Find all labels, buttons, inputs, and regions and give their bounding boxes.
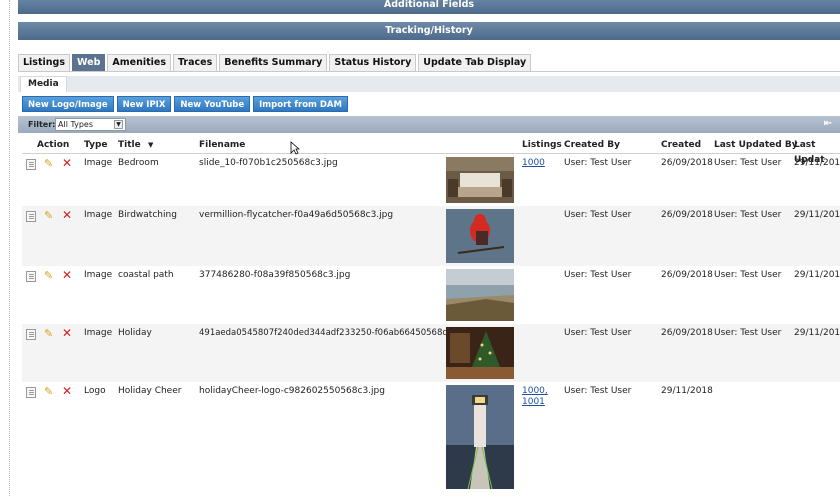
- first-page-icon[interactable]: ⇤: [824, 118, 832, 129]
- additional-fields-header[interactable]: Additional Fields: [18, 0, 840, 14]
- new-youtube-button[interactable]: New YouTube: [174, 96, 251, 112]
- view-details-icon[interactable]: [26, 387, 36, 398]
- col-header-created-by[interactable]: Created By: [564, 138, 620, 153]
- table-row: ✎ ✕ Image Holiday 491aeda0545807f240ded3…: [22, 324, 840, 382]
- cell-created-by: User: Test User: [564, 328, 632, 338]
- col-header-type[interactable]: Type: [84, 138, 107, 153]
- table-row: ✎ ✕ Image coastal path 377486280-f08a39f…: [22, 266, 840, 324]
- sort-icon: ▼: [148, 141, 154, 149]
- filter-selected-value: All Types: [58, 120, 94, 129]
- mouse-cursor-icon: [290, 141, 300, 155]
- cell-created-by: User: Test User: [564, 386, 632, 396]
- col-header-title[interactable]: Title: [118, 138, 141, 153]
- delete-icon[interactable]: ✕: [62, 209, 73, 221]
- cell-created-by: User: Test User: [564, 158, 632, 168]
- thumbnail-holiday[interactable]: [446, 327, 514, 379]
- new-ipix-button[interactable]: New IPIX: [116, 96, 172, 112]
- media-toolbar: New Logo/Image New IPIX New YouTube Impo…: [22, 96, 351, 112]
- subtab-media[interactable]: Media: [20, 76, 67, 92]
- edit-pencil-icon[interactable]: ✎: [44, 210, 55, 221]
- col-header-created[interactable]: Created: [661, 138, 701, 153]
- tab-traces[interactable]: Traces: [172, 54, 218, 71]
- cell-type: Logo: [84, 386, 106, 396]
- cell-created: 26/09/2018: [661, 270, 713, 280]
- cell-created-by: User: Test User: [564, 210, 632, 220]
- filter-type-select[interactable]: All Types ▼: [55, 118, 126, 131]
- tab-divider: [18, 71, 840, 72]
- tab-listings[interactable]: Listings: [18, 54, 70, 71]
- col-header-filename[interactable]: Filename: [199, 138, 245, 153]
- cell-last-updated-by: User: Test User: [714, 158, 782, 168]
- tab-bar: Listings Web Amenities Traces Benefits S…: [18, 54, 533, 72]
- col-header-last-updated-by[interactable]: Last Updated By: [714, 138, 798, 153]
- cell-created: 26/09/2018: [661, 158, 713, 168]
- cell-last-updated: 29/11/2018: [794, 270, 840, 280]
- cell-type: Image: [84, 270, 113, 280]
- cell-last-updated: 29/11/2018: [794, 210, 840, 220]
- view-details-icon[interactable]: [26, 211, 36, 222]
- col-header-action: Action: [37, 140, 70, 150]
- tab-benefits-summary[interactable]: Benefits Summary: [219, 54, 328, 71]
- cell-title: Bedroom: [118, 158, 159, 168]
- table-row: ✎ ✕ Logo Holiday Cheer holidayCheer-logo…: [22, 382, 840, 492]
- edit-pencil-icon[interactable]: ✎: [44, 158, 55, 169]
- import-from-dam-button[interactable]: Import from DAM: [253, 96, 348, 112]
- cell-last-updated-by: User: Test User: [714, 210, 782, 220]
- thumbnail-birdwatching[interactable]: [446, 209, 514, 263]
- chevron-down-icon: ▼: [114, 120, 123, 129]
- left-rail: [0, 0, 14, 496]
- cell-type: Image: [84, 158, 113, 168]
- delete-icon[interactable]: ✕: [62, 157, 73, 169]
- cell-last-updated: 29/11/2018: [794, 328, 840, 338]
- new-logo-image-button[interactable]: New Logo/Image: [22, 96, 114, 112]
- edit-pencil-icon[interactable]: ✎: [44, 328, 55, 339]
- tab-status-history[interactable]: Status History: [329, 54, 417, 71]
- cell-filename: 491aeda0545807f240ded344adf233250-f06ab6…: [199, 328, 469, 338]
- view-details-icon[interactable]: [26, 271, 36, 282]
- filter-label: Filter:: [28, 120, 56, 129]
- delete-icon[interactable]: ✕: [62, 327, 73, 339]
- col-header-last-updated[interactable]: Last Updat: [794, 138, 840, 165]
- delete-icon[interactable]: ✕: [62, 269, 73, 281]
- cell-title: Birdwatching: [118, 210, 177, 220]
- col-header-listings[interactable]: Listings: [522, 138, 562, 153]
- cell-last-updated-by: User: Test User: [714, 328, 782, 338]
- filter-bar: Filter: All Types ▼ ⇤: [18, 116, 840, 133]
- table-row: ✎ ✕ Image Birdwatching vermillion-flycat…: [22, 206, 840, 266]
- tracking-history-header[interactable]: Tracking/History: [18, 22, 840, 40]
- edit-pencil-icon[interactable]: ✎: [44, 270, 55, 281]
- cell-created: 26/09/2018: [661, 210, 713, 220]
- cell-created: 29/11/2018: [661, 386, 713, 396]
- cell-title: Holiday: [118, 328, 152, 338]
- cell-filename: slide_10-f070b1c250568c3.jpg: [199, 158, 338, 168]
- tab-update-tab-display[interactable]: Update Tab Display: [418, 54, 532, 71]
- thumbnail-coastal-path[interactable]: [446, 269, 514, 321]
- view-details-icon[interactable]: [26, 329, 36, 340]
- cell-type: Image: [84, 210, 113, 220]
- cell-filename: holidayCheer-logo-c982602550568c3.jpg: [199, 386, 385, 396]
- cell-title: Holiday Cheer: [118, 386, 182, 396]
- cell-last-updated: 29/11/2018: [794, 158, 840, 168]
- cell-type: Image: [84, 328, 113, 338]
- subtab-bar: Media: [18, 76, 840, 92]
- cell-created: 26/09/2018: [661, 328, 713, 338]
- delete-icon[interactable]: ✕: [62, 385, 73, 397]
- tab-web[interactable]: Web: [71, 54, 106, 71]
- cell-filename: 377486280-f08a39f850568c3.jpg: [199, 270, 351, 280]
- thumbnail-bedroom[interactable]: [446, 157, 514, 203]
- cell-filename: vermillion-flycatcher-f0a49a6d50568c3.jp…: [199, 210, 394, 220]
- cell-created-by: User: Test User: [564, 270, 632, 280]
- edit-pencil-icon[interactable]: ✎: [44, 386, 55, 397]
- tab-amenities[interactable]: Amenities: [107, 54, 171, 71]
- cell-last-updated-by: User: Test User: [714, 270, 782, 280]
- cell-title: coastal path: [118, 270, 174, 280]
- table-row: ✎ ✕ Image Bedroom slide_10-f070b1c250568…: [22, 154, 840, 206]
- cell-listings-link[interactable]: 1000: [522, 158, 545, 169]
- thumbnail-holiday-cheer[interactable]: [446, 385, 514, 489]
- cell-listings-link[interactable]: 1000, 1001: [522, 386, 548, 408]
- view-details-icon[interactable]: [26, 159, 36, 170]
